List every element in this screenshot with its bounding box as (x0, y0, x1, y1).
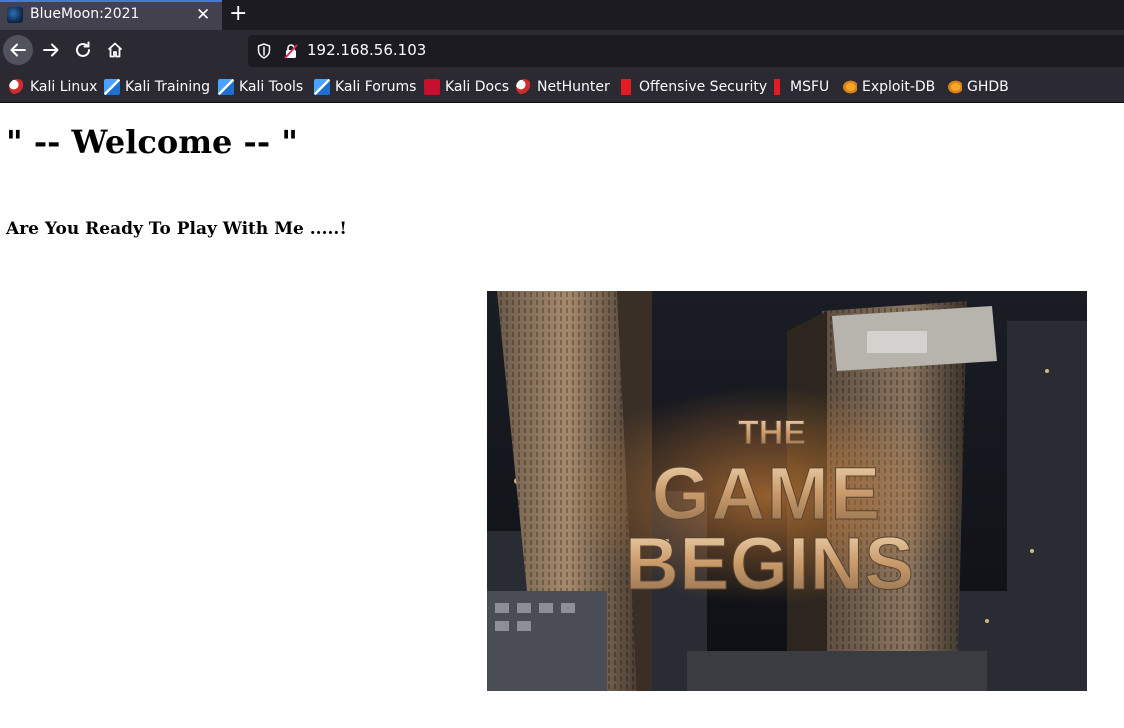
bookmark-kali-tools[interactable]: Kali Tools (218, 77, 303, 97)
back-button[interactable] (3, 35, 33, 65)
bookmark-label: GHDB (967, 79, 1009, 95)
bookmark-label: Kali Forums (335, 79, 417, 95)
exploit-db-icon (841, 79, 857, 95)
reload-button[interactable] (68, 35, 98, 65)
game-begins-image: THE GAME BEGINS (487, 291, 1087, 691)
page-heading: " -- Welcome -- " (6, 123, 298, 161)
bookmark-msfu[interactable]: MSFU (769, 77, 829, 97)
kali-forums-icon (314, 79, 330, 95)
bookmark-kali-training[interactable]: Kali Training (104, 77, 210, 97)
hero-title-line1: THE (738, 414, 806, 452)
bookmark-label: Kali Training (125, 79, 210, 95)
insecure-lock-icon[interactable] (284, 43, 298, 59)
navigation-toolbar: 192.168.56.103 (0, 30, 1124, 72)
bookmark-kali-linux[interactable]: Kali Linux (9, 77, 97, 97)
bookmarks-toolbar: Kali Linux Kali Training Kali Tools Kali… (0, 72, 1124, 103)
hero-title-line3: BEGINS (625, 522, 915, 605)
tab-strip: BlueMoon:2021 ✕ + (0, 0, 1124, 30)
address-bar[interactable]: 192.168.56.103 (248, 35, 1124, 67)
arrow-right-icon (43, 43, 59, 57)
home-icon (107, 42, 123, 58)
tracking-shield-icon[interactable] (257, 43, 271, 59)
bookmark-label: NetHunter (537, 79, 610, 95)
bookmark-label: Kali Tools (239, 79, 304, 95)
arrow-left-icon (10, 43, 26, 57)
new-tab-button[interactable]: + (229, 0, 247, 28)
reload-icon (76, 41, 90, 57)
page-content: " -- Welcome -- " Are You Ready To Play … (0, 103, 1124, 728)
bookmark-label: Exploit-DB (862, 79, 936, 95)
bookmark-ghdb[interactable]: GHDB (946, 77, 1009, 97)
nethunter-icon (516, 79, 532, 95)
bookmark-label: Offensive Security (639, 79, 768, 95)
bookmark-kali-forums[interactable]: Kali Forums (314, 77, 416, 97)
kali-training-icon (104, 79, 120, 95)
bookmark-offensive-security[interactable]: Offensive Security (618, 77, 767, 97)
close-tab-icon[interactable]: ✕ (196, 4, 210, 26)
kali-docs-icon (424, 79, 440, 95)
home-button[interactable] (100, 35, 130, 65)
bookmark-kali-docs[interactable]: Kali Docs (424, 77, 509, 97)
kali-dragon-icon (9, 79, 25, 95)
tab-title: BlueMoon:2021 (30, 6, 140, 22)
bookmark-label: MSFU (790, 79, 830, 95)
url-text[interactable]: 192.168.56.103 (307, 41, 426, 59)
offsec-icon (618, 79, 634, 95)
bookmark-nethunter[interactable]: NetHunter (516, 77, 610, 97)
ghdb-icon (946, 79, 962, 95)
kali-tools-icon (218, 79, 234, 95)
tab-active[interactable]: BlueMoon:2021 ✕ (0, 0, 222, 30)
site-favicon-icon (7, 7, 23, 23)
bookmark-exploit-db[interactable]: Exploit-DB (841, 77, 935, 97)
page-subheading: Are You Ready To Play With Me .....! (6, 219, 347, 239)
bookmark-label: Kali Linux (30, 79, 98, 95)
bookmark-label: Kali Docs (445, 79, 510, 95)
msfu-icon (769, 79, 785, 95)
forward-button[interactable] (36, 35, 66, 65)
